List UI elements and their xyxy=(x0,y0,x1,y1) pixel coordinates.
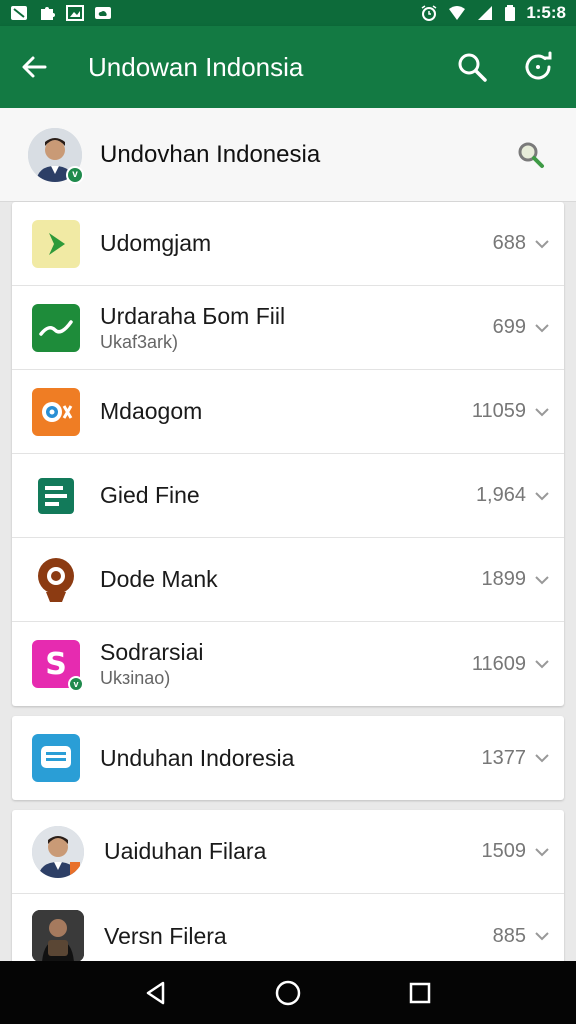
chevron-down-icon[interactable] xyxy=(534,656,550,672)
list-item[interactable]: Udomgjam 688 xyxy=(12,202,564,286)
list-item-title: Sodrarsiai xyxy=(100,639,204,665)
list-item-subtitle: Ukaf3ark) xyxy=(100,331,179,352)
list-item-title: Uaiduhan Filara xyxy=(104,838,267,864)
back-triangle-icon xyxy=(146,981,165,1004)
wave-icon xyxy=(32,303,80,352)
alarm-icon xyxy=(421,5,437,21)
back-button[interactable] xyxy=(18,47,50,87)
list-item-count: 699 xyxy=(492,316,526,338)
profile-header[interactable]: v Undovhan Indonesia xyxy=(0,108,576,202)
image-icon xyxy=(66,5,84,21)
avatar: v xyxy=(28,127,84,184)
list-item-title: Urdaraha Бom Fiil xyxy=(100,302,286,329)
play-arrow-icon xyxy=(32,219,80,268)
chevron-down-icon[interactable] xyxy=(534,750,550,766)
nav-home-button[interactable] xyxy=(268,973,308,1013)
wifi-icon xyxy=(449,6,466,20)
person-dark-photo-icon xyxy=(32,910,84,962)
chevron-down-icon[interactable] xyxy=(534,572,550,588)
message-icon xyxy=(32,734,80,782)
list-item-title: Udomgjam xyxy=(100,230,212,256)
chevron-down-icon[interactable] xyxy=(534,488,550,504)
list-item[interactable]: Dode Mank 1899 xyxy=(12,538,564,622)
nav-back-button[interactable] xyxy=(136,973,176,1013)
status-time: 1:5:8 xyxy=(526,3,566,22)
list-item-count: 1899 xyxy=(481,568,527,590)
list-item-count: 1377 xyxy=(481,746,527,769)
list-item-count: 688 xyxy=(492,232,526,254)
list-item[interactable]: Urdaraha Бom Fiil Ukaf3ark) 699 xyxy=(12,286,564,370)
home-circle-icon xyxy=(275,980,301,1005)
verified-badge: v xyxy=(66,165,84,184)
search-icon xyxy=(518,142,544,168)
list-item-title: Mdaogom xyxy=(100,398,203,424)
list-item-count: 11059 xyxy=(471,400,526,422)
person-photo-icon xyxy=(32,825,84,878)
dollar-icon: S v xyxy=(32,640,84,692)
list-item[interactable]: Gied Fine 1,964 xyxy=(12,454,564,538)
refresh-icon xyxy=(525,51,552,80)
list-item[interactable]: Uaiduhan Filara 1509 xyxy=(12,810,564,894)
chevron-down-icon[interactable] xyxy=(534,320,550,336)
document-icon xyxy=(32,472,80,520)
verified-badge: v xyxy=(68,676,84,692)
refresh-button[interactable] xyxy=(518,47,558,87)
list-item[interactable]: S v Sodrarsiai Ukзinao) 11609 xyxy=(12,622,564,706)
recents-square-icon xyxy=(409,982,431,1003)
search-button[interactable] xyxy=(452,47,492,87)
list-group-secondary: Unduhan Indoresia 1377 xyxy=(12,716,564,800)
list-item-count: 11609 xyxy=(471,652,526,675)
camera-x-icon xyxy=(32,387,80,436)
signal-icon xyxy=(478,6,493,20)
header-search-button[interactable] xyxy=(514,138,548,172)
chevron-down-icon[interactable] xyxy=(534,404,550,420)
list-item-count: 885 xyxy=(492,924,526,947)
list-item-subtitle: Ukзinao) xyxy=(100,668,171,688)
chevron-down-icon[interactable] xyxy=(534,236,550,252)
list-group-primary: Udomgjam 688 Urdaraha Бom Fiil Ukaf3ark)… xyxy=(12,202,564,706)
list-item[interactable]: Mdaogom 11059 xyxy=(12,370,564,454)
chevron-down-icon[interactable] xyxy=(534,844,550,860)
list-item-count: 1,964 xyxy=(475,484,526,506)
list-item-title: Gied Fine xyxy=(100,482,200,508)
status-left-icons xyxy=(10,5,112,21)
profile-name: Undovhan Indonesia xyxy=(100,140,321,168)
notification-icon xyxy=(11,6,27,20)
app-bar-title: Undowan Indonsia xyxy=(88,51,304,82)
status-bar: 1:5:8 xyxy=(0,0,576,26)
puzzle-icon xyxy=(41,7,55,20)
chevron-down-icon[interactable] xyxy=(534,928,550,944)
nav-recents-button[interactable] xyxy=(400,973,440,1013)
battery-icon xyxy=(505,5,516,21)
list-item-count: 1509 xyxy=(481,840,527,862)
system-nav-bar xyxy=(0,961,576,1024)
list-group-people: Uaiduhan Filara 1509 Versn Filera 885 xyxy=(12,810,564,978)
cloud-icon xyxy=(95,7,111,19)
list-item[interactable]: Unduhan Indoresia 1377 xyxy=(12,716,564,800)
list-item-title: Unduhan Indoresia xyxy=(100,744,295,771)
app-bar: Undowan Indonsia xyxy=(0,26,576,108)
q-logo-icon xyxy=(32,556,80,604)
list-item-title: Versn Filera xyxy=(104,922,227,949)
search-icon xyxy=(458,53,487,82)
status-right-icons: 1:5:8 xyxy=(420,3,566,23)
arrow-left-icon xyxy=(22,56,47,78)
list-item-title: Dode Mank xyxy=(100,566,218,592)
